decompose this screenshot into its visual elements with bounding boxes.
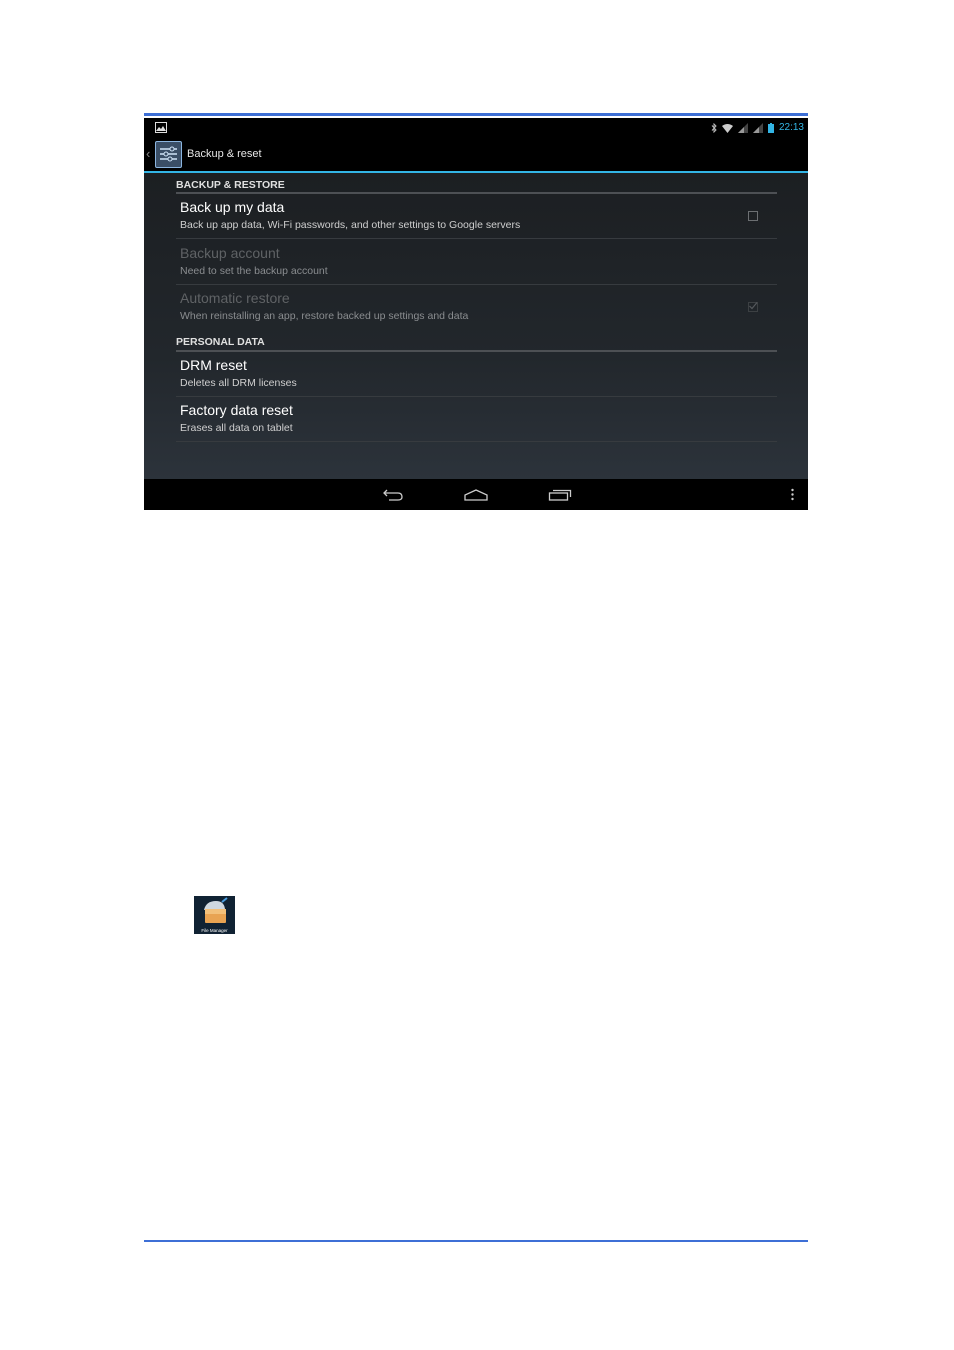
signal-strength-2-icon: [752, 123, 763, 133]
item-title: Backup account: [180, 245, 280, 261]
navigation-bar: [144, 479, 808, 510]
settings-app-icon[interactable]: [155, 141, 182, 168]
item-summary: Erases all data on tablet: [180, 422, 293, 434]
item-summary: Back up app data, Wi-Fi passwords, and o…: [180, 219, 521, 231]
page-top-rule: [144, 113, 808, 116]
item-title: Factory data reset: [180, 402, 293, 418]
item-title: Back up my data: [180, 199, 285, 215]
file-manager-label: File Manager: [201, 928, 228, 933]
item-divider: [176, 441, 777, 442]
tablet-screenshot: 22:13 ‹ Backup & reset BACKUP & RESTORE …: [144, 118, 808, 510]
item-summary: Deletes all DRM licenses: [180, 377, 297, 389]
signal-strength-icon: [737, 123, 748, 133]
item-title: DRM reset: [180, 357, 247, 373]
gallery-notification-icon: [155, 122, 167, 133]
wifi-icon: [721, 123, 733, 133]
bluetooth-icon: [711, 123, 717, 133]
item-summary: Need to set the backup account: [180, 265, 328, 277]
back-up-my-data-checkbox[interactable]: [748, 211, 758, 221]
settings-list: BACKUP & RESTORE Back up my data Back up…: [144, 173, 808, 479]
item-divider: [176, 238, 777, 239]
recent-apps-icon[interactable]: [548, 487, 572, 503]
section-header-personal-data: PERSONAL DATA: [176, 336, 265, 348]
drm-reset-item[interactable]: DRM reset Deletes all DRM licenses: [176, 352, 777, 397]
page-bottom-rule: [144, 1240, 808, 1242]
section-header-backup-restore: BACKUP & RESTORE: [176, 179, 285, 191]
home-icon[interactable]: [464, 487, 488, 503]
backup-account-item: Backup account Need to set the backup ac…: [176, 240, 777, 285]
item-summary: When reinstalling an app, restore backed…: [180, 310, 469, 322]
status-clock: 22:13: [778, 122, 804, 133]
automatic-restore-item: Automatic restore When reinstalling an a…: [176, 285, 777, 330]
action-bar: ‹ Backup & reset: [144, 138, 808, 171]
back-up-my-data-item[interactable]: Back up my data Back up app data, Wi-Fi …: [176, 194, 777, 239]
item-title: Automatic restore: [180, 290, 290, 306]
up-navigation-icon[interactable]: ‹: [146, 145, 150, 163]
file-manager-app-icon[interactable]: File Manager: [194, 896, 235, 934]
automatic-restore-checkbox: [748, 302, 758, 312]
battery-icon: [767, 123, 774, 133]
action-bar-title: Backup & reset: [187, 148, 262, 160]
overflow-menu-icon[interactable]: [791, 488, 794, 502]
status-icons: 22:13: [711, 121, 804, 135]
status-bar: 22:13: [144, 118, 808, 138]
factory-data-reset-item[interactable]: Factory data reset Erases all data on ta…: [176, 397, 777, 442]
back-icon[interactable]: [382, 487, 404, 503]
